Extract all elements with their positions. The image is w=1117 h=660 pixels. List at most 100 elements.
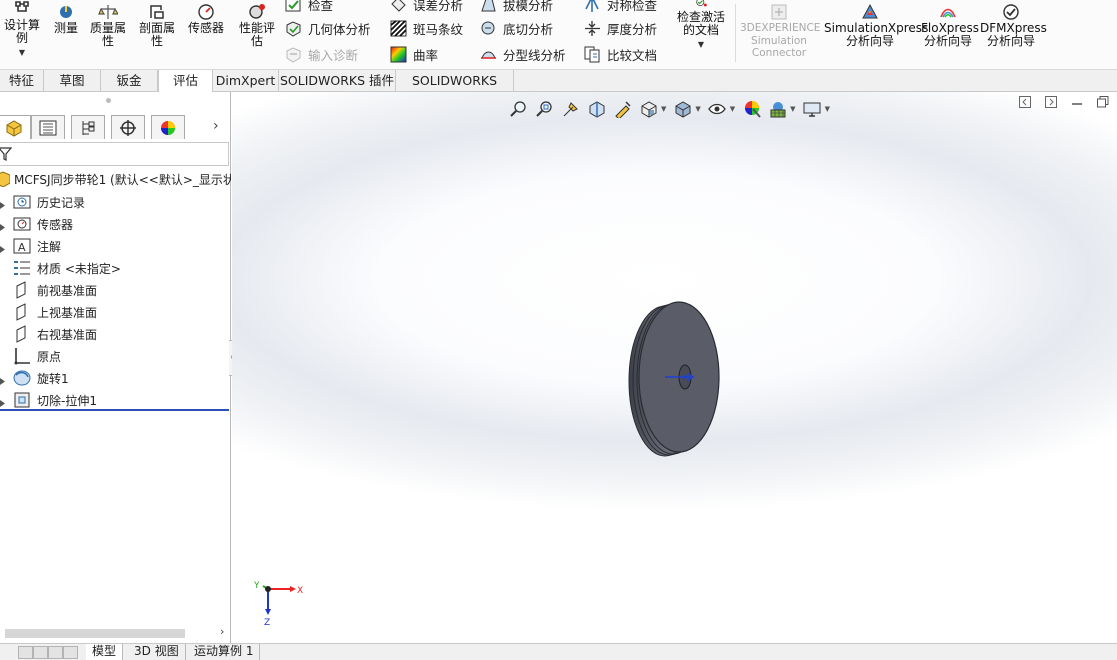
tile-right-icon[interactable] bbox=[1045, 96, 1057, 108]
pulley-model[interactable] bbox=[627, 297, 727, 457]
zoom-to-fit-button[interactable] bbox=[509, 100, 528, 119]
appearance-icon bbox=[744, 101, 761, 118]
tab-propertymanager[interactable] bbox=[31, 115, 65, 139]
tree-item[interactable]: 右视基准面 bbox=[12, 324, 97, 344]
tab-features[interactable]: 特征 bbox=[0, 70, 44, 92]
tree-filter-bar[interactable] bbox=[0, 142, 229, 166]
view-orientation-button[interactable] bbox=[639, 100, 658, 119]
scrollbar-thumb[interactable] bbox=[5, 629, 185, 638]
tree-item-label: 切除-拉伸1 bbox=[37, 393, 97, 408]
import-diagnostics-button[interactable]: 输入诊断 bbox=[285, 45, 358, 63]
expand-arrow-icon[interactable] bbox=[0, 220, 5, 231]
tree-item[interactable]: 原点 bbox=[12, 346, 61, 366]
edit-appearance-button[interactable] bbox=[742, 100, 761, 119]
simulationxpress-button[interactable]: SimulationXpress 分析向导 bbox=[824, 3, 929, 48]
next-tab-button[interactable] bbox=[48, 646, 63, 659]
undercut-analysis-button[interactable]: 底切分析 bbox=[480, 19, 553, 37]
dropdown-arrow-icon[interactable]: ▼ bbox=[790, 105, 795, 113]
dropdown-arrow-icon[interactable]: ▼ bbox=[730, 105, 735, 113]
measure-button[interactable]: 测量 bbox=[49, 3, 83, 35]
draft-analysis-button[interactable]: 拔模分析 bbox=[480, 0, 553, 13]
tab-3d-view[interactable]: 3D 视图 bbox=[128, 644, 186, 660]
expand-arrow-icon[interactable] bbox=[0, 242, 5, 253]
tree-item[interactable]: 上视基准面 bbox=[12, 302, 97, 322]
geometry-analysis-button[interactable]: 几何体分析 bbox=[285, 19, 371, 37]
tree-root-part[interactable]: MCFSJ同步带轮1 (默认<<默认>_显示状态 1>) bbox=[0, 170, 231, 188]
symmetry-check-button[interactable]: 对称检查 bbox=[584, 0, 657, 13]
thickness-analysis-button[interactable]: 厚度分析 bbox=[584, 19, 657, 37]
chevron-right-icon[interactable]: › bbox=[213, 118, 219, 134]
apply-scene-button[interactable] bbox=[768, 100, 787, 119]
rollback-bar[interactable] bbox=[0, 409, 229, 411]
dropdown-arrow-icon[interactable]: ▼ bbox=[661, 105, 666, 113]
tree-item[interactable]: 材质 <未指定> bbox=[12, 258, 121, 278]
view-settings-button[interactable] bbox=[803, 100, 822, 119]
hide-show-items-button[interactable] bbox=[708, 100, 727, 119]
tab-solidworks-mbd[interactable]: SOLIDWORKS MBD bbox=[396, 70, 514, 109]
tab-evaluate[interactable]: 评估 bbox=[158, 70, 213, 93]
simulation-connector-button[interactable]: 3DEXPERIENCE Simulation Connector bbox=[740, 3, 821, 60]
tab-sketch[interactable]: 草图 bbox=[44, 70, 101, 92]
sensors-button[interactable]: 传感器 bbox=[184, 3, 228, 35]
deviation-analysis-button[interactable]: 误差分析 bbox=[390, 0, 463, 13]
last-tab-button[interactable] bbox=[63, 646, 78, 659]
check-active-doc-label: 检查激活的文档 bbox=[676, 10, 725, 37]
dropdown-arrow-icon[interactable]: ▼ bbox=[695, 105, 700, 113]
expand-arrow-icon[interactable] bbox=[0, 198, 5, 209]
tab-sheet-metal[interactable]: 钣金 bbox=[101, 70, 158, 92]
tree-item[interactable]: 传感器 bbox=[0, 214, 73, 234]
part-icon bbox=[0, 171, 10, 187]
dropdown-arrow-icon[interactable]: ▼ bbox=[825, 105, 830, 113]
tab-displaymanager[interactable] bbox=[151, 115, 185, 139]
display-style-button[interactable] bbox=[673, 100, 692, 119]
tree-item[interactable]: A 注解 bbox=[0, 236, 61, 256]
curvature-button[interactable]: 曲率 bbox=[390, 45, 438, 63]
expand-arrow-icon[interactable] bbox=[0, 396, 5, 407]
tab-solidworks-addins[interactable]: SOLIDWORKS 插件 bbox=[279, 70, 396, 92]
heads-up-view-toolbar: ▼ ▼ ▼ ▼ ▼ bbox=[509, 98, 837, 120]
performance-eval-button[interactable]: 性能评估 bbox=[236, 3, 278, 48]
tree-item[interactable]: 前视基准面 bbox=[12, 280, 97, 300]
tab-dimxpertmanager[interactable] bbox=[111, 115, 145, 139]
simulation-connector-label: 3DEXPERIENCE Simulation Connector bbox=[740, 22, 821, 59]
tab-dimxpert[interactable]: DimXpert bbox=[213, 70, 279, 92]
zoom-to-area-button[interactable] bbox=[535, 100, 554, 119]
tree-item[interactable]: 旋转1 bbox=[0, 368, 69, 388]
axis-x-label: X bbox=[297, 586, 303, 596]
cut-extrude-icon bbox=[12, 391, 32, 409]
simulationxpress-label: SimulationXpress 分析向导 bbox=[824, 21, 929, 48]
tile-left-icon[interactable] bbox=[1019, 96, 1031, 108]
expand-arrow-icon[interactable] bbox=[0, 374, 5, 385]
tab-featuremanager[interactable] bbox=[0, 115, 31, 139]
tree-item[interactable]: 切除-拉伸1 bbox=[0, 390, 97, 410]
parting-line-analysis-button[interactable]: 分型线分析 bbox=[480, 45, 566, 63]
mass-properties-button[interactable]: 质量属性 bbox=[86, 3, 130, 48]
plane-icon bbox=[12, 325, 32, 343]
check-active-document-button[interactable]: 检查激活的文档 ▼ bbox=[672, 0, 730, 51]
restore-icon[interactable] bbox=[1097, 96, 1109, 108]
tab-motion-study[interactable]: 运动算例 1 bbox=[188, 644, 261, 660]
graphics-area[interactable]: ▼ ▼ ▼ ▼ ▼ X Y Z bbox=[232, 92, 1117, 643]
panel-grip[interactable] bbox=[106, 98, 111, 103]
design-study-button[interactable]: 设计算例 ▼ bbox=[0, 0, 44, 59]
first-tab-button[interactable] bbox=[18, 646, 33, 659]
eye-icon bbox=[708, 103, 727, 115]
compare-documents-button[interactable]: 比较文档 bbox=[584, 45, 657, 63]
tree-item-label: 历史记录 bbox=[37, 195, 86, 210]
tab-configurationmanager[interactable] bbox=[71, 115, 105, 139]
section-view-button[interactable] bbox=[587, 100, 606, 119]
tab-model[interactable]: 模型 bbox=[86, 644, 124, 660]
parting-line-analysis-label: 分型线分析 bbox=[503, 47, 566, 63]
dfmxpress-button[interactable]: DFMXpress 分析向导 bbox=[980, 3, 1047, 48]
tree-horizontal-scrollbar[interactable]: › bbox=[3, 625, 228, 639]
chevron-right-icon[interactable]: › bbox=[220, 625, 224, 638]
floxpress-button[interactable]: FloXpress 分析向导 bbox=[921, 3, 979, 48]
minimize-icon[interactable] bbox=[1071, 96, 1083, 108]
previous-view-button[interactable] bbox=[561, 100, 580, 119]
section-properties-button[interactable]: 剖面属性 bbox=[135, 3, 179, 48]
dynamic-annotation-button[interactable] bbox=[613, 100, 632, 119]
zebra-stripes-button[interactable]: 斑马条纹 bbox=[390, 19, 463, 37]
previous-tab-button[interactable] bbox=[33, 646, 48, 659]
check-button[interactable]: 检查 bbox=[285, 0, 333, 13]
tree-item[interactable]: 历史记录 bbox=[0, 192, 86, 212]
